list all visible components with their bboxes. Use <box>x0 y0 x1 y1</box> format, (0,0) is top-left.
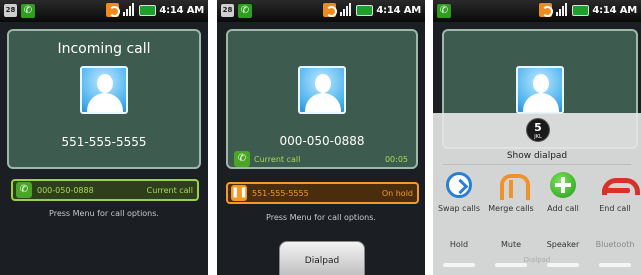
end-call-label: End call <box>599 204 631 213</box>
call-menu-screen: ✆ 4:14 AM 5 JKL Show dialpad Swap calls … <box>433 0 641 275</box>
status-time: 4:14 AM <box>159 4 204 16</box>
menu-divider <box>443 164 631 165</box>
merge-calls-label: Merge calls <box>488 204 534 213</box>
swap-calls-button[interactable]: Swap calls <box>433 172 485 213</box>
sync-icon <box>323 3 338 17</box>
dialpad-label: Dialpad <box>304 256 340 266</box>
menu-hint: Press Menu for call options. <box>266 213 376 222</box>
swap-icon <box>446 172 472 198</box>
phone-call-icon: ✆ <box>437 4 451 18</box>
sync-icon <box>106 3 121 17</box>
battery-icon <box>572 4 590 16</box>
caller-number: 551-555-5555 <box>61 135 147 149</box>
call-timer: 00:05 <box>384 155 408 164</box>
merge-calls-button[interactable]: Merge calls <box>485 172 537 213</box>
phone-icon: ✆ <box>16 182 32 198</box>
phone-call-icon: ✆ <box>21 4 35 18</box>
add-call-button[interactable]: Add call <box>537 172 589 213</box>
calendar-icon: 28 <box>221 4 234 17</box>
current-call-number: 000-050-0888 <box>37 185 94 195</box>
signal-icon <box>339 3 353 17</box>
keypad-5-key[interactable]: 5 JKL <box>526 118 550 142</box>
on-hold-bar[interactable]: ❚❚ 551-555-5555 On hold <box>226 182 419 204</box>
held-call-number: 551-555-5555 <box>252 188 309 198</box>
show-dialpad-option[interactable]: Show dialpad <box>433 151 641 161</box>
mute-indicator <box>495 263 527 267</box>
signal-icon <box>122 3 136 17</box>
end-call-button[interactable]: End call <box>589 172 641 213</box>
mute-toggle[interactable]: Mute <box>485 240 537 249</box>
caller-number: 000-050-0888 <box>279 134 365 148</box>
calendar-icon: 28 <box>4 4 17 17</box>
avatar <box>516 66 564 114</box>
avatar <box>80 66 128 114</box>
current-call-status: Current call <box>146 185 193 195</box>
speaker-toggle[interactable]: Speaker <box>537 240 589 249</box>
call-title: Incoming call <box>57 41 151 57</box>
incoming-call-screen: 28 ✆ 4:14 AM Incoming call 551-555-5555 … <box>0 0 208 275</box>
speaker-indicator <box>547 263 579 267</box>
swap-calls-label: Swap calls <box>437 204 481 213</box>
bluetooth-indicator <box>599 263 631 267</box>
end-call-icon <box>602 172 640 198</box>
held-call-status: On hold <box>381 188 413 198</box>
battery-icon <box>139 4 157 16</box>
caller-card: Incoming call 551-555-5555 <box>7 29 201 169</box>
signal-icon <box>555 3 569 17</box>
battery-icon <box>356 4 374 16</box>
status-time: 4:14 AM <box>592 4 637 16</box>
add-call-label: Add call <box>547 204 579 213</box>
dialpad-button[interactable]: Dialpad <box>279 241 365 275</box>
status-bar: ✆ 4:14 AM <box>433 0 641 22</box>
menu-hint: Press Menu for call options. <box>49 209 159 218</box>
avatar <box>298 66 346 114</box>
add-call-icon <box>550 172 576 198</box>
current-call-bar[interactable]: ✆ 000-050-0888 Current call <box>11 179 199 201</box>
bluetooth-toggle[interactable]: Bluetooth <box>589 240 641 249</box>
keypad-digit: 5 <box>534 121 542 134</box>
hold-toggle[interactable]: Hold <box>433 240 485 249</box>
hold-indicator <box>443 263 475 267</box>
pause-icon: ❚❚ <box>231 185 248 201</box>
status-bar: 28 ✆ 4:14 AM <box>0 0 208 22</box>
status-bar: 28 ✆ 4:14 AM <box>217 0 425 22</box>
caller-card: 000-050-0888 ✆ Current call 00:05 <box>226 29 418 169</box>
phone-icon: ✆ <box>234 151 250 167</box>
keypad-letters: JKL <box>534 134 542 140</box>
merge-icon <box>498 172 530 200</box>
on-hold-screen: 28 ✆ 4:14 AM 000-050-0888 ✆ Current call… <box>217 0 425 275</box>
status-time: 4:14 AM <box>376 4 421 16</box>
sync-icon <box>539 3 554 17</box>
current-call-label: Current call <box>254 155 301 164</box>
phone-call-icon: ✆ <box>238 4 252 18</box>
